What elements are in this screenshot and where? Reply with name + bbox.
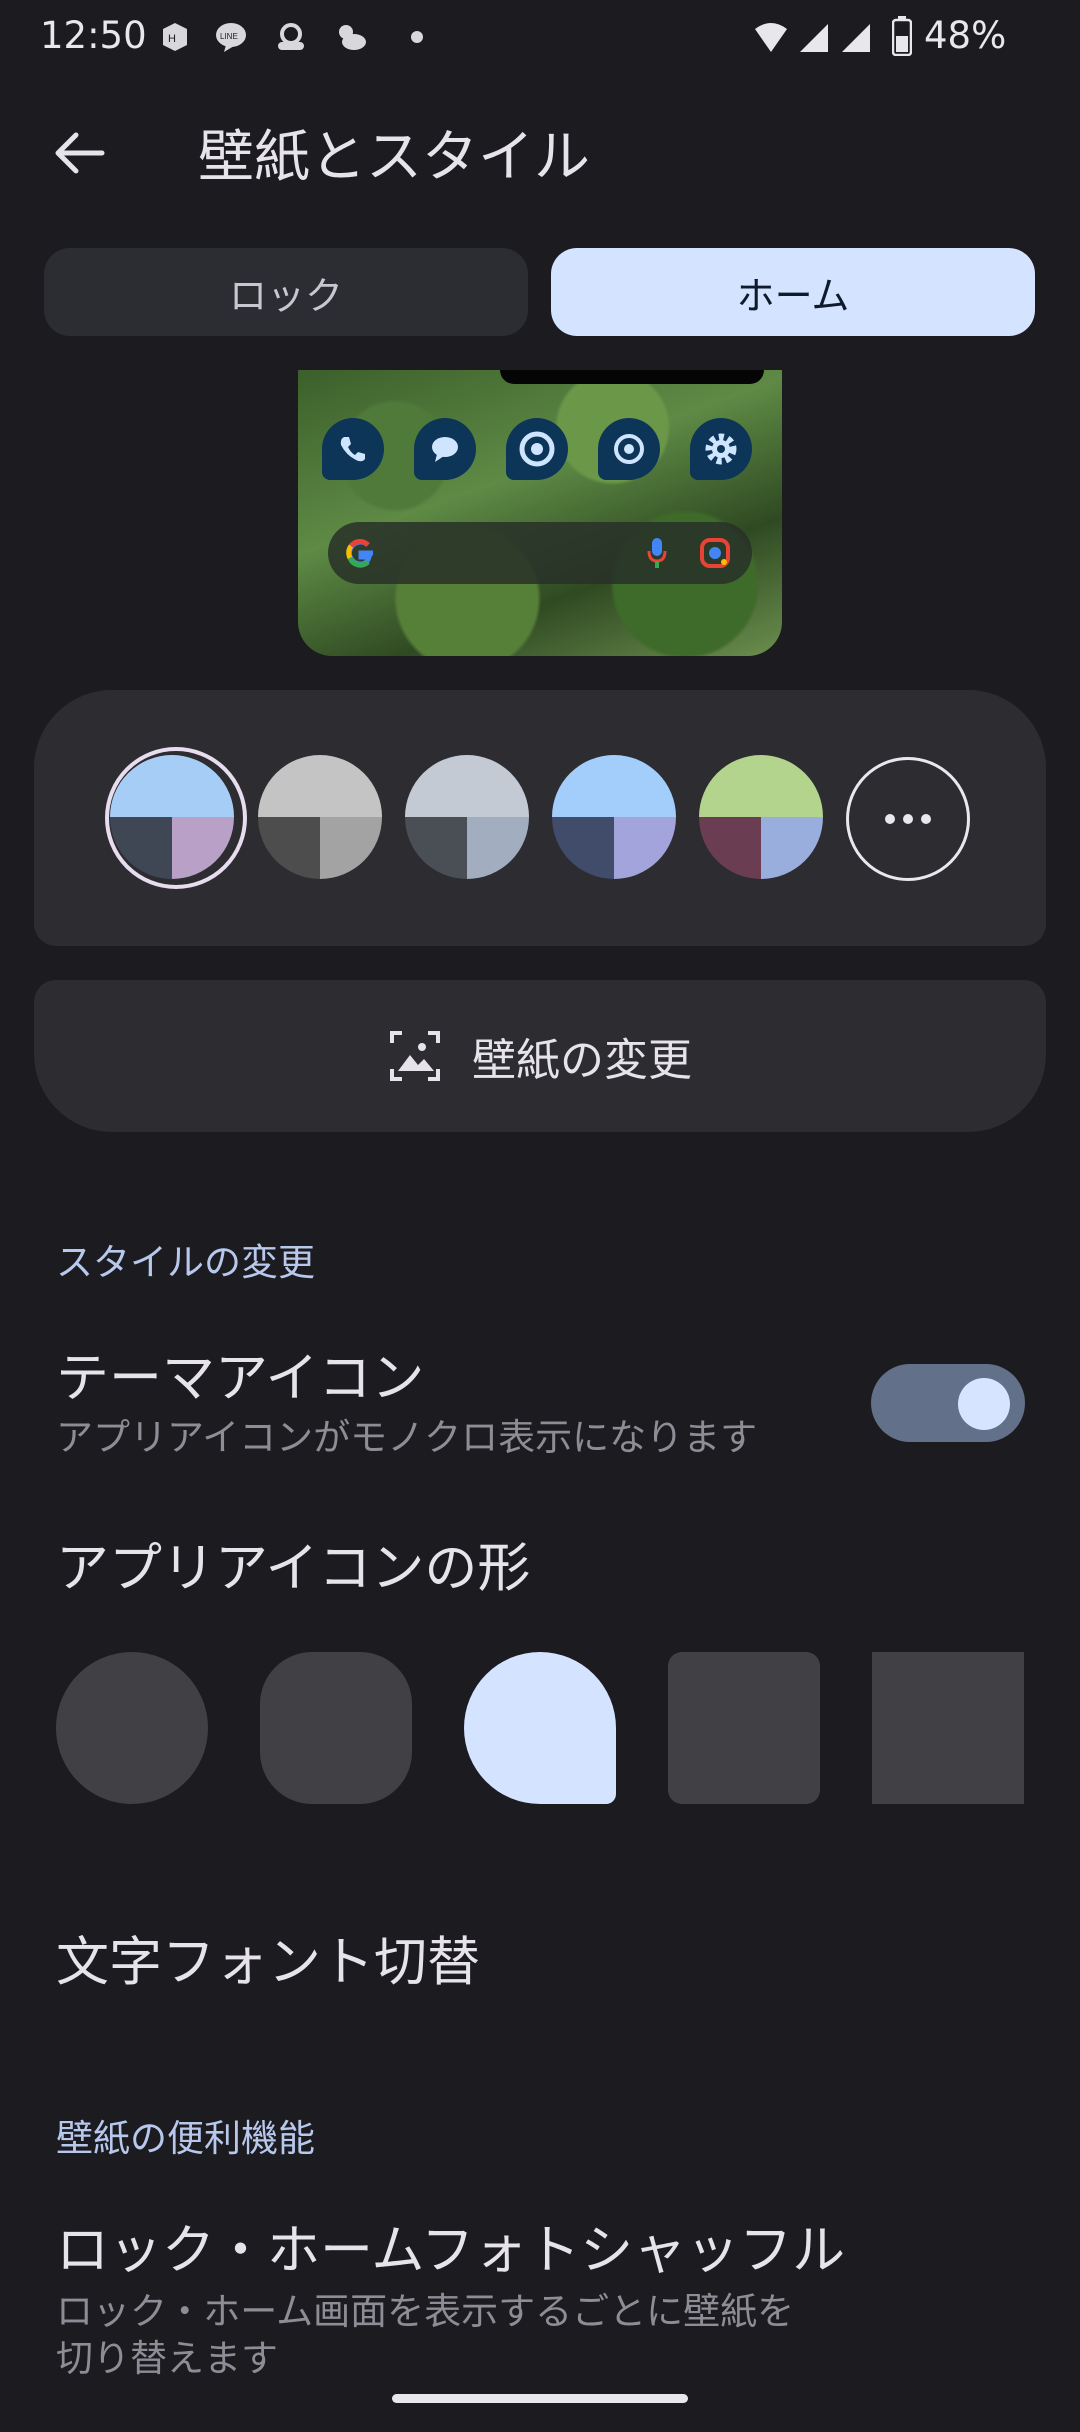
battery-icon <box>892 16 912 56</box>
icon-shape-rounded-square[interactable] <box>668 1652 820 1804</box>
color-swatch-5[interactable] <box>699 755 823 879</box>
amazon-icon <box>278 23 304 50</box>
tab-home[interactable]: ホーム <box>551 248 1035 336</box>
more-horiz-icon <box>885 814 931 824</box>
battery-percentage: 48% <box>924 14 1007 57</box>
settings-icon <box>690 418 752 480</box>
photo-shuffle-subtitle-line2: 切り替えます <box>56 2337 278 2380</box>
themed-icons-title: テーマアイコン <box>56 1348 425 1409</box>
status-bar: 12:50 H LINE 48% <box>0 0 1080 78</box>
change-wallpaper-label: 壁紙の変更 <box>472 1035 692 1086</box>
chrome-icon <box>506 418 568 480</box>
line-icon: LINE <box>216 23 246 52</box>
lens-icon <box>700 538 730 568</box>
photo-shuffle-item[interactable]: ロック・ホームフォトシャッフル ロック・ホーム画面を表示するごとに壁紙を 切り替… <box>0 2208 1080 2388</box>
toggle-knob <box>958 1378 1010 1430</box>
google-g-icon <box>346 538 373 568</box>
signal-icon-2 <box>842 24 870 52</box>
dot-icon <box>411 31 423 43</box>
tab-lock[interactable]: ロック <box>44 248 528 336</box>
photo-shuffle-title: ロック・ホームフォトシャッフル <box>56 2220 846 2281</box>
camera-notch <box>500 370 764 384</box>
weather-icon <box>339 25 366 50</box>
home-gesture-indicator[interactable] <box>392 2394 688 2403</box>
messages-icon <box>414 418 476 480</box>
status-time: 12:50 <box>40 14 147 57</box>
google-search-bar <box>328 522 752 584</box>
themed-icons-subtitle: アプリアイコンがモノクロ表示になります <box>56 1416 758 1459</box>
style-section-header: スタイルの変更 <box>56 1241 315 1284</box>
wifi-icon <box>755 23 787 52</box>
color-swatch-2[interactable] <box>258 755 382 879</box>
wallpaper-icon <box>390 1031 440 1081</box>
notification-icon: H <box>163 23 187 51</box>
back-arrow-icon[interactable] <box>44 118 114 188</box>
change-wallpaper-button[interactable]: 壁紙の変更 <box>34 980 1046 1132</box>
mic-icon <box>647 538 667 568</box>
camera-icon <box>598 418 660 480</box>
signal-icon <box>800 24 828 52</box>
icon-shape-title: アプリアイコンの形 <box>56 1538 531 1599</box>
font-switch-item[interactable]: 文字フォント切替 <box>56 1920 480 1996</box>
icon-shape-square[interactable] <box>872 1652 1024 1804</box>
icon-shape-teardrop[interactable] <box>464 1652 616 1804</box>
icon-shape-circle[interactable] <box>56 1652 208 1804</box>
color-swatch-3[interactable] <box>405 755 529 879</box>
home-screen-preview[interactable] <box>298 370 782 656</box>
wallpaper-section-header: 壁紙の便利機能 <box>56 2117 315 2160</box>
color-swatch-1[interactable] <box>110 755 234 879</box>
page-title: 壁紙とスタイル <box>198 125 590 190</box>
icon-shape-squircle[interactable] <box>260 1652 412 1804</box>
photo-shuffle-subtitle-line1: ロック・ホーム画面を表示するごとに壁紙を <box>56 2290 795 2333</box>
svg-text:H: H <box>168 33 176 45</box>
more-colors-button[interactable] <box>846 757 970 881</box>
svg-text:LINE: LINE <box>220 32 238 41</box>
phone-icon <box>322 418 384 480</box>
color-swatch-4[interactable] <box>552 755 676 879</box>
